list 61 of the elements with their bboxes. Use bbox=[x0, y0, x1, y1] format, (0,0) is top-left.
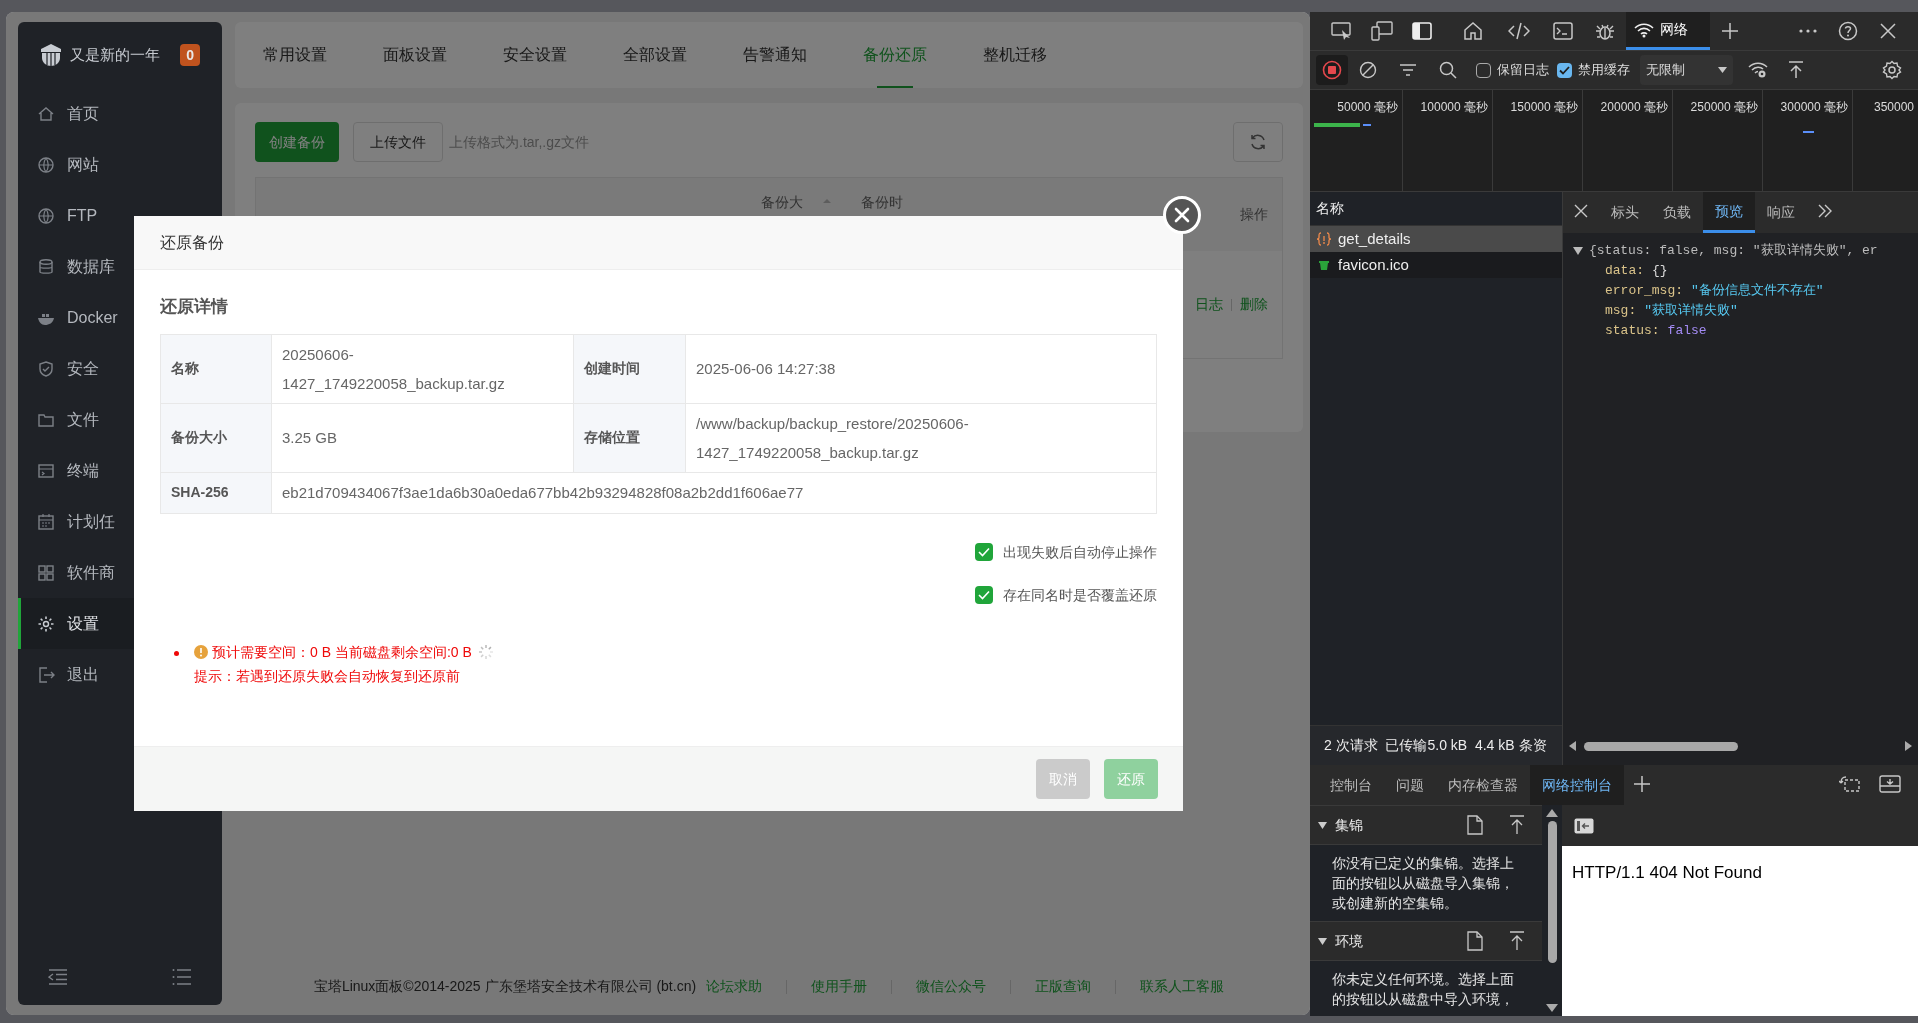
detail-label: 名称 bbox=[161, 334, 272, 403]
request-row[interactable]: get_details bbox=[1310, 226, 1562, 252]
timeline-tick: 100000 毫秒 bbox=[1420, 99, 1488, 114]
empty-state-text: 你未定义任何环境。选择上面的按钮以从磁盘中导入环境， bbox=[1331, 970, 1515, 1009]
detail-value: /www/backup/backup_restore/20250606-1427_1749220058_backup.tar.gz bbox=[695, 413, 970, 463]
timeline-tick: 350000 bbox=[1873, 99, 1914, 114]
timeline-tick: 50000 毫秒 bbox=[1337, 99, 1398, 114]
preview-property: error_msg: "备份信息文件不存在" bbox=[1604, 282, 1825, 300]
detail-label: 备份大小 bbox=[161, 403, 272, 472]
drawer-tab[interactable]: 网络控制台 bbox=[1530, 765, 1624, 805]
settings-tab[interactable]: 安全设置 bbox=[475, 22, 595, 88]
detail-label: 存储位置 bbox=[573, 403, 686, 472]
settings-tab[interactable]: 常用设置 bbox=[235, 22, 355, 88]
drawer-tab[interactable]: 控制台 bbox=[1318, 765, 1384, 805]
detail-value: 20250606-1427_1749220058_backup.tar.gz bbox=[281, 344, 506, 394]
option-label: 出现失败后自动停止操作 bbox=[1003, 542, 1157, 562]
timeline-tick: 200000 毫秒 bbox=[1600, 99, 1668, 114]
settings-tab[interactable]: 面板设置 bbox=[355, 22, 475, 88]
detail-tab[interactable]: 标头 bbox=[1599, 192, 1651, 233]
request-summary: 2 次请求 已传输5.0 kB 4.4 kB 条资 bbox=[1310, 725, 1562, 765]
column-header: 操作 bbox=[1240, 205, 1268, 224]
restore-tip: 提示：若遇到还原失败会自动恢复到还原前 bbox=[194, 666, 461, 686]
sidebar-item[interactable]: 软件商 bbox=[18, 547, 222, 598]
site-title: 又是新的一年 bbox=[70, 44, 161, 65]
drawer-tab[interactable]: 问题 bbox=[1384, 765, 1436, 805]
notification-badge: 0 bbox=[180, 44, 200, 66]
network-tab[interactable]: 网络 bbox=[1626, 12, 1710, 50]
preview-property: data: {} bbox=[1604, 262, 1669, 280]
preview-summary: {status: false, msg: "获取详情失败", er bbox=[1589, 242, 1878, 260]
detail-value: eb21d709434067f3ae1da6b30a0eda677bb42b93294828f08a2b2dd1f606ae77 bbox=[281, 483, 805, 503]
upload-file-button[interactable]: 上传文件 bbox=[353, 122, 443, 162]
detail-label: SHA-256 bbox=[161, 472, 272, 513]
timeline-tick: 150000 毫秒 bbox=[1510, 99, 1578, 114]
detail-value: 3.25 GB bbox=[281, 428, 339, 448]
detail-label: 创建时间 bbox=[573, 334, 686, 403]
sidebar-item[interactable]: 网站 bbox=[18, 139, 222, 190]
drawer-tab[interactable]: 内存检查器 bbox=[1436, 765, 1530, 805]
preview-property: msg: "获取详情失败" bbox=[1604, 302, 1739, 320]
preview-property: status: false bbox=[1604, 322, 1708, 340]
detail-value: 2025-06-06 14:27:38 bbox=[695, 359, 837, 379]
request-row[interactable]: favicon.ico bbox=[1310, 252, 1562, 278]
detail-tab[interactable]: 预览 bbox=[1703, 192, 1755, 233]
option-label: 存在同名时是否覆盖还原 bbox=[1003, 585, 1157, 605]
settings-tab[interactable]: 全部设置 bbox=[595, 22, 715, 88]
option-label: 保留日志 bbox=[1497, 61, 1549, 80]
dialog-title: 还原备份 bbox=[160, 232, 224, 253]
settings-tab[interactable]: 告警通知 bbox=[715, 22, 835, 88]
throttling-select[interactable]: 无限制 bbox=[1640, 55, 1733, 85]
settings-tab[interactable]: 整机迁移 bbox=[955, 22, 1075, 88]
section-title: 还原详情 bbox=[160, 296, 229, 318]
response-text: HTTP/1.1 404 Not Found bbox=[1572, 862, 1763, 884]
detail-tab[interactable]: 负载 bbox=[1651, 192, 1703, 233]
copyright-text: 宝塔Linux面板©2014-2025 广东堡塔安全技术有限公司 (bt.cn) bbox=[313, 977, 697, 996]
timeline-tick: 300000 毫秒 bbox=[1780, 99, 1848, 114]
detail-tab[interactable]: 响应 bbox=[1755, 192, 1807, 233]
section-title: 环境 bbox=[1335, 931, 1364, 951]
section-title: 集锦 bbox=[1335, 815, 1364, 835]
empty-state-text: 你没有已定义的集锦。选择上面的按钮以从磁盘导入集锦，或创建新的空集锦。 bbox=[1331, 854, 1515, 913]
option-label: 禁用缓存 bbox=[1578, 61, 1630, 80]
timeline-tick: 250000 毫秒 bbox=[1690, 99, 1758, 114]
sidebar-item[interactable]: 首页 bbox=[18, 88, 222, 139]
